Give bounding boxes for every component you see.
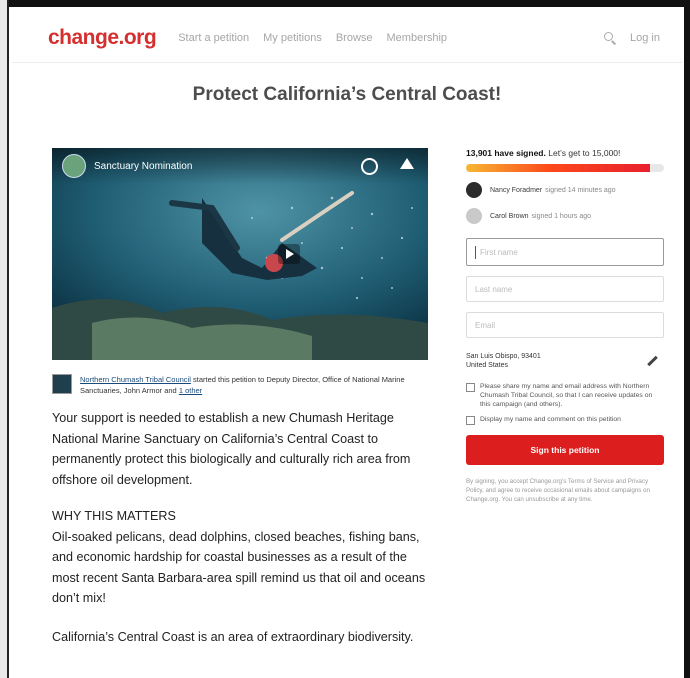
- petition-title: Protect California’s Central Coast!: [192, 84, 502, 105]
- main-nav: Start a petition My petitions Browse Mem…: [178, 32, 447, 44]
- petition-starter-line: Northern Chumash Tribal Council started …: [52, 374, 428, 396]
- share-icon[interactable]: [400, 158, 414, 169]
- change-org-logo[interactable]: change.org: [48, 26, 157, 50]
- recent-signer: Carol Brown signed 1 hours ago: [466, 208, 664, 224]
- starter-avatar: [52, 374, 72, 394]
- location-row: San Luis Obispo, 93401 United States: [466, 352, 664, 370]
- signer-avatar: [466, 208, 482, 224]
- first-name-field[interactable]: First name: [466, 238, 664, 266]
- display-name-checkbox[interactable]: [466, 416, 475, 425]
- video-top-icons: [361, 158, 414, 175]
- signed-count: 13,901 have signed.: [466, 148, 546, 158]
- email-field[interactable]: Email: [466, 312, 664, 338]
- play-icon[interactable]: [278, 244, 300, 264]
- window-top-border: [0, 0, 690, 7]
- edit-location-icon[interactable]: [647, 356, 658, 367]
- signature-progress-bar: [466, 164, 664, 172]
- body-heading: WHY THIS MATTERS: [52, 509, 176, 523]
- recent-signer: Nancy Foradmer signed 14 minutes ago: [466, 182, 664, 198]
- location-text: San Luis Obispo, 93401 United States: [466, 353, 541, 369]
- display-name-row: Display my name and comment on this peti…: [466, 415, 664, 425]
- login-link[interactable]: Log in: [630, 32, 660, 44]
- body-paragraph-2: Oil-soaked pelicans, dead dolphins, clos…: [52, 529, 426, 606]
- share-info-label: Please share my name and email address w…: [480, 383, 653, 408]
- signature-count: 13,901 have signed. Let’s get to 15,000!: [466, 148, 664, 158]
- window-right-border: [684, 0, 690, 678]
- video-title[interactable]: Sanctuary Nomination: [94, 161, 192, 172]
- share-info-checkbox[interactable]: [466, 383, 475, 392]
- body-paragraph-1: Your support is needed to establish a ne…: [52, 411, 411, 487]
- share-info-row: Please share my name and email address w…: [466, 382, 664, 409]
- channel-avatar[interactable]: [62, 154, 86, 178]
- clock-icon[interactable]: [361, 158, 378, 175]
- sign-button-label: Sign this petition: [530, 445, 600, 455]
- window-left-border: [0, 0, 9, 678]
- last-name-field[interactable]: Last name: [466, 276, 664, 302]
- nav-my-petitions[interactable]: My petitions: [263, 32, 322, 44]
- search-icon[interactable]: [604, 32, 616, 44]
- display-name-label: Display my name and comment on this peti…: [480, 416, 621, 423]
- nav-membership[interactable]: Membership: [387, 32, 448, 44]
- goal-text: Let’s get to 15,000!: [548, 148, 621, 158]
- progress-fill: [466, 164, 651, 172]
- other-recipients-link[interactable]: 1 other: [179, 386, 202, 395]
- sign-panel: 13,901 have signed. Let’s get to 15,000!…: [466, 148, 664, 504]
- nav-browse[interactable]: Browse: [336, 32, 373, 44]
- signer-action: signed 1 hours ago: [531, 212, 592, 220]
- signer-name: Nancy Foradmer: [490, 186, 543, 194]
- video-player[interactable]: Sanctuary Nomination: [52, 148, 428, 360]
- sign-petition-button[interactable]: Sign this petition: [466, 435, 664, 465]
- starter-link[interactable]: Northern Chumash Tribal Council: [80, 375, 191, 384]
- terms-disclaimer: By signing, you accept Change.org’s Term…: [466, 478, 650, 503]
- body-paragraph-3: California’s Central Coast is an area of…: [52, 629, 414, 644]
- signer-name: Carol Brown: [490, 212, 529, 220]
- starter-text: Northern Chumash Tribal Council started …: [80, 374, 428, 396]
- signer-avatar: [466, 182, 482, 198]
- signer-action: signed 14 minutes ago: [545, 186, 616, 194]
- nav-start-petition[interactable]: Start a petition: [178, 32, 249, 44]
- site-header: change.org Start a petition My petitions…: [12, 14, 682, 63]
- header-right: Log in: [604, 32, 660, 44]
- petition-body: Your support is needed to establish a ne…: [52, 408, 436, 647]
